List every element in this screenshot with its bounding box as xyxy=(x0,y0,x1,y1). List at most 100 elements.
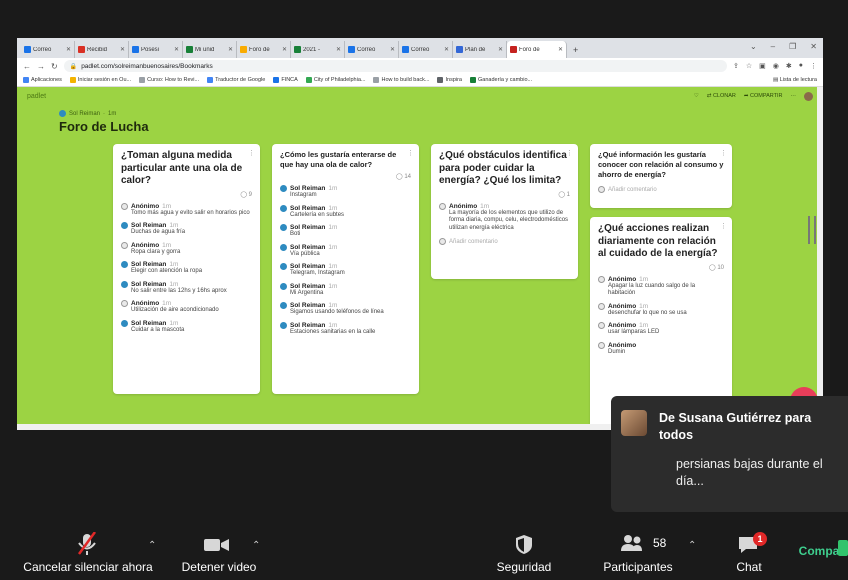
bookmark-item[interactable]: Iniciar sesión en Ou... xyxy=(69,77,131,83)
padlet-post[interactable]: ⋮ ¿Toman alguna medida particular ante un… xyxy=(113,144,260,394)
close-icon[interactable]: ✕ xyxy=(444,46,449,53)
bookmark-item[interactable]: FINCA xyxy=(273,77,298,83)
share-button[interactable]: ➦ COMPARTIR xyxy=(744,93,783,99)
browser-tab[interactable]: Mi unid ✕ xyxy=(183,41,237,58)
video-button[interactable]: Detener video xyxy=(177,532,261,574)
favicon-icon xyxy=(132,46,139,53)
bookmark-icon xyxy=(437,77,444,83)
add-comment-field[interactable]: Añadir comentario xyxy=(439,238,570,245)
url-text: padlet.com/solreimanbuenosaires/Bookmark… xyxy=(81,62,213,70)
back-icon[interactable]: ← xyxy=(23,62,31,71)
bookmarks-bar: Aplicaciones Iniciar sesión en Ou... Curso… xyxy=(17,74,823,87)
extension-icon[interactable]: ◉ xyxy=(773,62,779,70)
avatar xyxy=(121,261,128,268)
comment: Anónimo 1m La mayoría de los elementos que… xyxy=(439,202,570,233)
comment: Sol Reiman 1m No salir entre las 12hs y 16… xyxy=(121,280,252,296)
browser-tab[interactable]: Posesi ✕ xyxy=(129,41,183,58)
chat-badge: 1 xyxy=(753,532,767,546)
chevron-up-icon[interactable]: ⌃ xyxy=(148,540,156,551)
favicon-icon xyxy=(186,46,193,53)
vertical-scrollbar[interactable] xyxy=(817,87,823,430)
browser-tab[interactable]: Plan de ✕ xyxy=(453,41,507,58)
bookmark-item[interactable]: Inspira xyxy=(437,77,462,83)
comment-count: ◯ 9 xyxy=(240,191,252,198)
more-icon[interactable]: ⋮ xyxy=(566,149,573,157)
close-icon[interactable]: ✕ xyxy=(558,46,563,53)
avatar xyxy=(121,319,128,327)
close-icon[interactable]: ✕ xyxy=(336,46,341,53)
padlet-post[interactable]: ⋮ ¿Qué obstáculos identifica para poder c… xyxy=(431,144,578,279)
tab-title: Foro de xyxy=(519,46,540,53)
heart-icon[interactable]: ♡ xyxy=(694,93,699,99)
forward-icon[interactable]: → xyxy=(37,62,45,71)
comment: Sol Reiman 1m Vía pública xyxy=(280,243,411,259)
close-icon[interactable]: ✕ xyxy=(228,46,233,53)
bookmark-icon xyxy=(69,77,76,83)
chat-notification[interactable]: De Susana Gutiérrez para todos persianas… xyxy=(611,396,848,512)
menu-icon[interactable]: ⋮ xyxy=(810,62,817,70)
add-comment-field[interactable]: Añadir comentario xyxy=(598,186,724,193)
more-icon[interactable]: ⋮ xyxy=(720,149,727,157)
more-icon[interactable]: ⋮ xyxy=(248,149,255,157)
close-icon[interactable]: ✕ xyxy=(66,46,71,53)
new-tab-button[interactable]: + xyxy=(567,45,584,58)
avatar xyxy=(280,282,287,290)
browser-tab[interactable]: Foro de ✕ xyxy=(507,41,567,58)
mute-button[interactable]: Cancelar silenciar ahora xyxy=(23,532,153,574)
more-icon[interactable]: ⋯ xyxy=(791,93,797,99)
browser-tab[interactable]: Correo ✕ xyxy=(21,41,75,58)
reading-list[interactable]: ▤ Lista de lectura xyxy=(773,77,817,83)
bookmark-item[interactable]: How to build back... xyxy=(373,77,429,83)
close-icon[interactable]: ✕ xyxy=(282,46,287,53)
bookmark-icon xyxy=(305,77,312,83)
post-title: ¿Cómo les gustaría enterarse de que hay … xyxy=(280,150,397,169)
browser-tab[interactable]: Correo ✕ xyxy=(399,41,453,58)
profile-icon[interactable]: ● xyxy=(799,62,803,70)
close-icon[interactable]: ✕ xyxy=(810,42,817,51)
comment: Sol Reiman 1m Boti xyxy=(280,224,411,239)
extension-icon[interactable]: ▣ xyxy=(759,62,766,70)
clone-button[interactable]: ⇄ CLONAR xyxy=(707,93,736,99)
browser-tab[interactable]: Foro de ✕ xyxy=(237,41,291,58)
puzzle-icon[interactable]: ✱ xyxy=(786,62,792,70)
close-icon[interactable]: ✕ xyxy=(390,46,395,53)
chevron-down-icon[interactable]: ⌄ xyxy=(750,42,757,51)
address-bar[interactable]: 🔒 padlet.com/solreimanbuenosaires/Bookma… xyxy=(63,60,727,72)
padlet-post[interactable]: ⋮ ¿Cómo les gustaría enterarse de que hay… xyxy=(272,144,419,394)
bookmark-item[interactable]: Curso: How to Revi... xyxy=(139,77,199,83)
chevron-up-icon[interactable]: ⌃ xyxy=(252,540,260,551)
bookmark-item[interactable]: Traductor de Google xyxy=(207,77,265,83)
browser-tab[interactable]: Correo ✕ xyxy=(345,41,399,58)
avatar[interactable] xyxy=(804,91,813,101)
bookmark-item[interactable]: Aplicaciones xyxy=(23,77,62,83)
split-handle[interactable] xyxy=(808,216,816,244)
bookmark-icon xyxy=(470,77,476,83)
browser-tab-strip: Correo ✕ Recibid ✕ Posesi ✕ Mi unid ✕ Foro de ✕ 20… xyxy=(17,38,823,58)
minimize-icon[interactable]: – xyxy=(771,42,775,51)
close-icon[interactable]: ✕ xyxy=(174,46,179,53)
comment-icon: ◯ xyxy=(240,191,247,198)
browser-tab[interactable]: 2021 - ✕ xyxy=(291,41,345,58)
close-icon[interactable]: ✕ xyxy=(120,46,125,53)
tab-title: Recibid xyxy=(87,46,108,53)
share-page-icon[interactable]: ⇪ xyxy=(733,62,739,70)
reload-icon[interactable]: ↻ xyxy=(51,62,58,71)
comment: Sol Reiman 1m Cuidar a la mascota xyxy=(121,319,252,335)
star-icon[interactable]: ☆ xyxy=(746,62,752,70)
bookmark-item[interactable]: Ganadería y cambio... xyxy=(470,77,532,83)
more-icon[interactable]: ⋮ xyxy=(720,222,727,230)
comment: Sol Reiman 1m Duchas de agua fría xyxy=(121,222,252,237)
share-screen-icon[interactable] xyxy=(838,540,848,556)
padlet-post[interactable]: ⋮ ¿Qué información les gustaría conocer c… xyxy=(590,144,732,208)
close-icon[interactable]: ✕ xyxy=(498,46,503,53)
more-icon[interactable]: ⋮ xyxy=(407,149,414,157)
favicon-icon xyxy=(78,46,85,53)
tab-title: Posesi xyxy=(141,46,160,53)
chevron-up-icon[interactable]: ⌃ xyxy=(688,540,696,551)
favicon-icon xyxy=(348,46,355,53)
browser-tab[interactable]: Recibid ✕ xyxy=(75,41,129,58)
padlet-logo[interactable]: padlet xyxy=(27,93,46,100)
bookmark-item[interactable]: City of Philadelphia... xyxy=(305,77,365,83)
security-button[interactable]: Seguridad xyxy=(494,532,554,574)
restore-icon[interactable]: ❐ xyxy=(789,42,796,51)
